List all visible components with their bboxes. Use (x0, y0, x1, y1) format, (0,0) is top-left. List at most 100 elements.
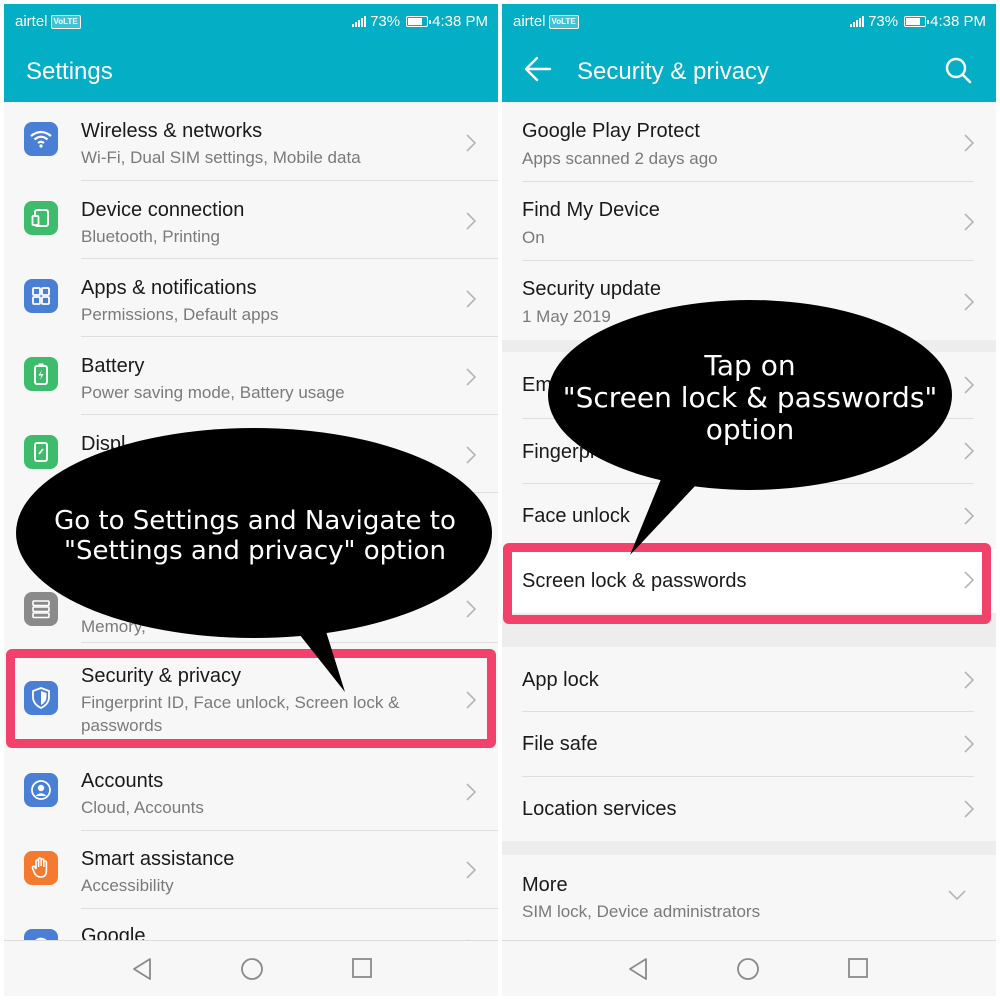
item-subtitle: Accessibility (81, 876, 174, 895)
chevron-right-icon (964, 571, 974, 589)
item-title: App lock (522, 669, 599, 691)
item-file-safe[interactable]: File safe (502, 712, 996, 776)
settings-item-wireless[interactable]: Wireless & networks Wi-Fi, Dual SIM sett… (4, 102, 498, 180)
battery-icon (24, 357, 58, 391)
account-icon (24, 773, 58, 807)
search-icon[interactable] (944, 56, 972, 84)
item-google-play-protect[interactable]: Google Play Protect Apps scanned 2 days … (502, 102, 996, 181)
volte-badge: VoLTE (50, 15, 81, 29)
item-subtitle: Permissions, Default apps (81, 305, 279, 324)
settings-item-apps[interactable]: Apps & notifications Permissions, Defaul… (4, 259, 498, 336)
chevron-right-icon (466, 783, 476, 801)
item-security-update[interactable]: Security update 1 May 2019 (502, 261, 996, 340)
item-subtitle: 1 May 2019 (522, 307, 611, 326)
wifi-icon (24, 122, 58, 156)
item-title: Screen lock & passwords (522, 570, 747, 592)
item-find-my-device[interactable]: Find My Device On (502, 182, 996, 260)
chevron-right-icon (964, 134, 974, 152)
item-title: More (522, 874, 568, 896)
nav-back-icon[interactable] (131, 957, 153, 981)
settings-item-device-connection[interactable]: Device connection Bluetooth, Printing (4, 181, 498, 258)
item-subtitle: Wi-Fi, Dual SIM settings, Mobile data (81, 148, 361, 167)
chevron-right-icon (964, 507, 974, 525)
battery-status-icon (904, 16, 930, 27)
settings-item-accounts[interactable]: Accounts Cloud, Accounts (4, 753, 498, 830)
nav-home-icon[interactable] (240, 957, 264, 981)
chevron-right-icon (964, 213, 974, 231)
clock: 4:38 PM (930, 13, 986, 30)
callout-right-text: Tap on "Screen lock & passwords" option (560, 349, 940, 447)
chevron-down-icon (948, 890, 966, 900)
item-location-services[interactable]: Location services (502, 777, 996, 841)
settings-item-storage[interactable]: Memory, (4, 572, 498, 642)
chevron-right-icon (466, 446, 476, 464)
item-title: Displ (81, 433, 126, 455)
item-title: Security & privacy (81, 665, 242, 687)
chevron-right-icon (964, 671, 974, 689)
nav-recent-apps-icon[interactable] (351, 957, 373, 979)
item-title: Device connection (81, 199, 245, 221)
page-title: Settings (26, 58, 113, 85)
security-privacy-screen: airtel VoLTE 73% 4:38 PM Security & priva… (502, 4, 996, 996)
item-title: Find My Device (522, 199, 660, 221)
item-title: Wireless & networks (81, 120, 263, 142)
device-connection-icon (24, 201, 58, 235)
signal-icon (352, 16, 367, 27)
settings-item-security-privacy[interactable]: Security & privacy Fingerprint ID, Face … (4, 655, 498, 745)
chevron-right-icon (964, 293, 974, 311)
item-title: Accounts (81, 770, 164, 792)
callout-left-line2: "Settings and privacy" option (64, 535, 446, 566)
signal-icon (850, 16, 865, 27)
item-subtitle: SIM lock, Device administrators (522, 902, 761, 921)
item-more[interactable]: More SIM lock, Device administrators (502, 855, 996, 941)
item-face-unlock[interactable]: Face unlock (502, 484, 996, 548)
settings-item-smart-assistance[interactable]: Smart assistance Accessibility (4, 831, 498, 908)
status-bar: airtel VoLTE 73% 4:38 PM (502, 4, 996, 38)
navigation-bar (4, 940, 498, 996)
item-title: Apps & notifications (81, 277, 257, 299)
settings-item-battery[interactable]: Battery Power saving mode, Battery usage (4, 337, 498, 414)
carrier-label: airtel VoLTE (15, 13, 81, 30)
settings-screen: airtel VoLTE 73% 4:38 PM Settings Wireles… (4, 4, 498, 996)
battery-percent: 73% (868, 13, 899, 30)
section-spacer (502, 613, 996, 647)
chevron-right-icon (964, 735, 974, 753)
carrier-label: airtel VoLTE (513, 13, 579, 30)
chevron-right-icon (466, 600, 476, 618)
item-subtitle: Power saving mode, Battery usage (81, 383, 345, 402)
callout-left-text: Go to Settings and Navigate to "Settings… (30, 506, 480, 567)
item-title: Security update (522, 278, 661, 300)
nav-home-icon[interactable] (736, 957, 760, 981)
navigation-bar (502, 940, 996, 996)
nav-recent-apps-icon[interactable] (847, 957, 869, 979)
item-subtitle-continued: passwords (81, 716, 163, 735)
page-title: Security & privacy (577, 58, 770, 85)
item-title: Em (522, 374, 552, 396)
item-subtitle: Memory, (81, 617, 146, 636)
settings-item-display[interactable]: Displ (4, 415, 498, 492)
chevron-right-icon (466, 691, 476, 709)
item-title: Location services (522, 798, 677, 820)
hand-icon (24, 851, 58, 885)
display-icon (24, 435, 58, 469)
status-bar: airtel VoLTE 73% 4:38 PM (4, 4, 498, 38)
item-subtitle: On (522, 228, 545, 247)
callout-right-line1: Tap on (704, 349, 796, 382)
item-app-lock[interactable]: App lock (502, 647, 996, 711)
nav-back-icon[interactable] (627, 957, 649, 981)
callout-right-line3: option (705, 413, 795, 447)
chevron-right-icon (466, 290, 476, 308)
battery-percent: 73% (370, 13, 401, 30)
item-title: Smart assistance (81, 848, 235, 870)
callout-right-line2: "Screen lock & passwords" (562, 381, 938, 415)
clock: 4:38 PM (432, 13, 488, 30)
app-bar: airtel VoLTE 73% 4:38 PM Settings (4, 4, 498, 102)
back-arrow-icon[interactable] (524, 56, 552, 82)
chevron-right-icon (964, 800, 974, 818)
chevron-right-icon (964, 376, 974, 394)
item-screen-lock-passwords[interactable]: Screen lock & passwords (502, 549, 996, 613)
chevron-right-icon (466, 861, 476, 879)
item-subtitle: Bluetooth, Printing (81, 227, 220, 246)
chevron-right-icon (466, 134, 476, 152)
storage-icon (24, 592, 58, 626)
